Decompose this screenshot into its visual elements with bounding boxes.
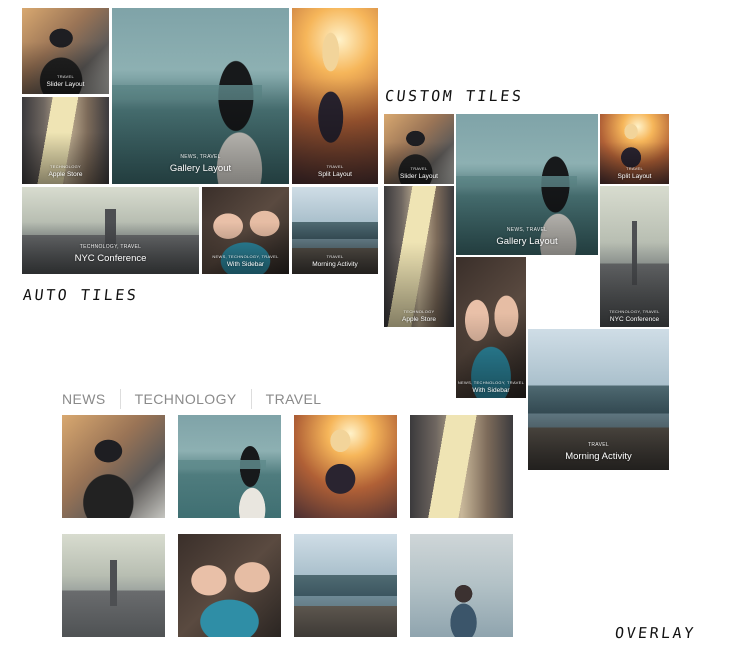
tile-caption: TRAVEL Morning Activity xyxy=(312,254,358,268)
photo-nyc-skyline xyxy=(62,534,165,637)
auto-tile-apple-store[interactable]: TECHNOLOGY Apple Store xyxy=(21,96,110,185)
photo-vr-headset xyxy=(62,415,165,518)
tile-caption: NEWS, TRAVEL Gallery Layout xyxy=(169,154,232,174)
tile-caption: TRAVEL Morning Activity xyxy=(565,442,632,462)
tile-caption: NEWS, TECHNOLOGY, TRAVEL With Sidebar xyxy=(212,254,279,268)
tile-caption: NEWS, TECHNOLOGY, TRAVEL With Sidebar xyxy=(457,380,525,394)
overlay-item-vr-headset[interactable] xyxy=(62,415,165,518)
auto-tile-split-layout[interactable]: TRAVEL Split Layout xyxy=(291,7,379,185)
photo-mountain-hikers xyxy=(294,534,397,637)
tile-caption: TECHNOLOGY Apple Store xyxy=(402,309,436,323)
tile-caption: TECHNOLOGY Apple Store xyxy=(48,164,83,178)
overlay-item-apple-store[interactable] xyxy=(410,415,513,518)
auto-tile-nyc-conference[interactable]: TECHNOLOGY, TRAVEL NYC Conference xyxy=(21,186,200,275)
overlay-item-knitting[interactable] xyxy=(178,534,281,637)
tile-caption: TECHNOLOGY, TRAVEL NYC Conference xyxy=(74,244,147,264)
overlay-item-nyc-skyline[interactable] xyxy=(62,534,165,637)
filter-news[interactable]: NEWS xyxy=(62,391,106,407)
custom-tile-with-sidebar[interactable]: NEWS, TECHNOLOGY, TRAVEL With Sidebar xyxy=(455,256,527,399)
overlay-item-sunset-girl[interactable] xyxy=(294,415,397,518)
tile-caption: NEWS, TRAVEL Gallery Layout xyxy=(496,227,558,247)
category-filter-bar: NEWS TECHNOLOGY TRAVEL xyxy=(62,389,321,409)
custom-tile-gallery-layout[interactable]: NEWS, TRAVEL Gallery Layout xyxy=(455,113,599,256)
tile-caption: TRAVEL Slider Layout xyxy=(46,74,85,88)
photo-foggy-traveler xyxy=(410,534,513,637)
overlay-item-foggy-traveler[interactable] xyxy=(410,534,513,637)
photo-apple-store xyxy=(410,415,513,518)
overlay-label: OVERLAY xyxy=(614,624,697,642)
photo-knitting xyxy=(178,534,281,637)
photo-sunset-girl xyxy=(294,415,397,518)
tile-caption: TRAVEL Split Layout xyxy=(617,166,652,180)
auto-tile-morning-activity[interactable]: TRAVEL Morning Activity xyxy=(291,186,379,275)
filter-technology[interactable]: TECHNOLOGY xyxy=(135,391,237,407)
auto-tile-gallery-layout[interactable]: NEWS, TRAVEL Gallery Layout xyxy=(111,7,290,185)
auto-tiles-label: AUTO TILES xyxy=(22,286,140,304)
tile-caption: TRAVEL Split Layout xyxy=(318,164,352,178)
custom-tile-split-layout[interactable]: TRAVEL Split Layout xyxy=(599,113,670,185)
custom-tile-nyc-conference[interactable]: TECHNOLOGY, TRAVEL NYC Conference xyxy=(599,185,670,328)
photo-blindfold-sea xyxy=(178,415,281,518)
overlay-item-mountain-hikers[interactable] xyxy=(294,534,397,637)
custom-tile-morning-activity[interactable]: TRAVEL Morning Activity xyxy=(527,328,670,471)
custom-tile-apple-store[interactable]: TECHNOLOGY Apple Store xyxy=(383,185,455,328)
tile-caption: TECHNOLOGY, TRAVEL NYC Conference xyxy=(609,309,660,323)
filter-divider xyxy=(250,389,252,409)
custom-tile-slider-layout[interactable]: TRAVEL Slider Layout xyxy=(383,113,455,185)
tile-caption: TRAVEL Slider Layout xyxy=(400,166,438,180)
auto-tile-with-sidebar[interactable]: NEWS, TECHNOLOGY, TRAVEL With Sidebar xyxy=(201,186,290,275)
filter-travel[interactable]: TRAVEL xyxy=(266,391,322,407)
auto-tile-slider-layout[interactable]: TRAVEL Slider Layout xyxy=(21,7,110,95)
custom-tiles-label: CUSTOM TILES xyxy=(384,87,525,105)
overlay-item-blindfold-sea[interactable] xyxy=(178,415,281,518)
filter-divider xyxy=(119,389,121,409)
